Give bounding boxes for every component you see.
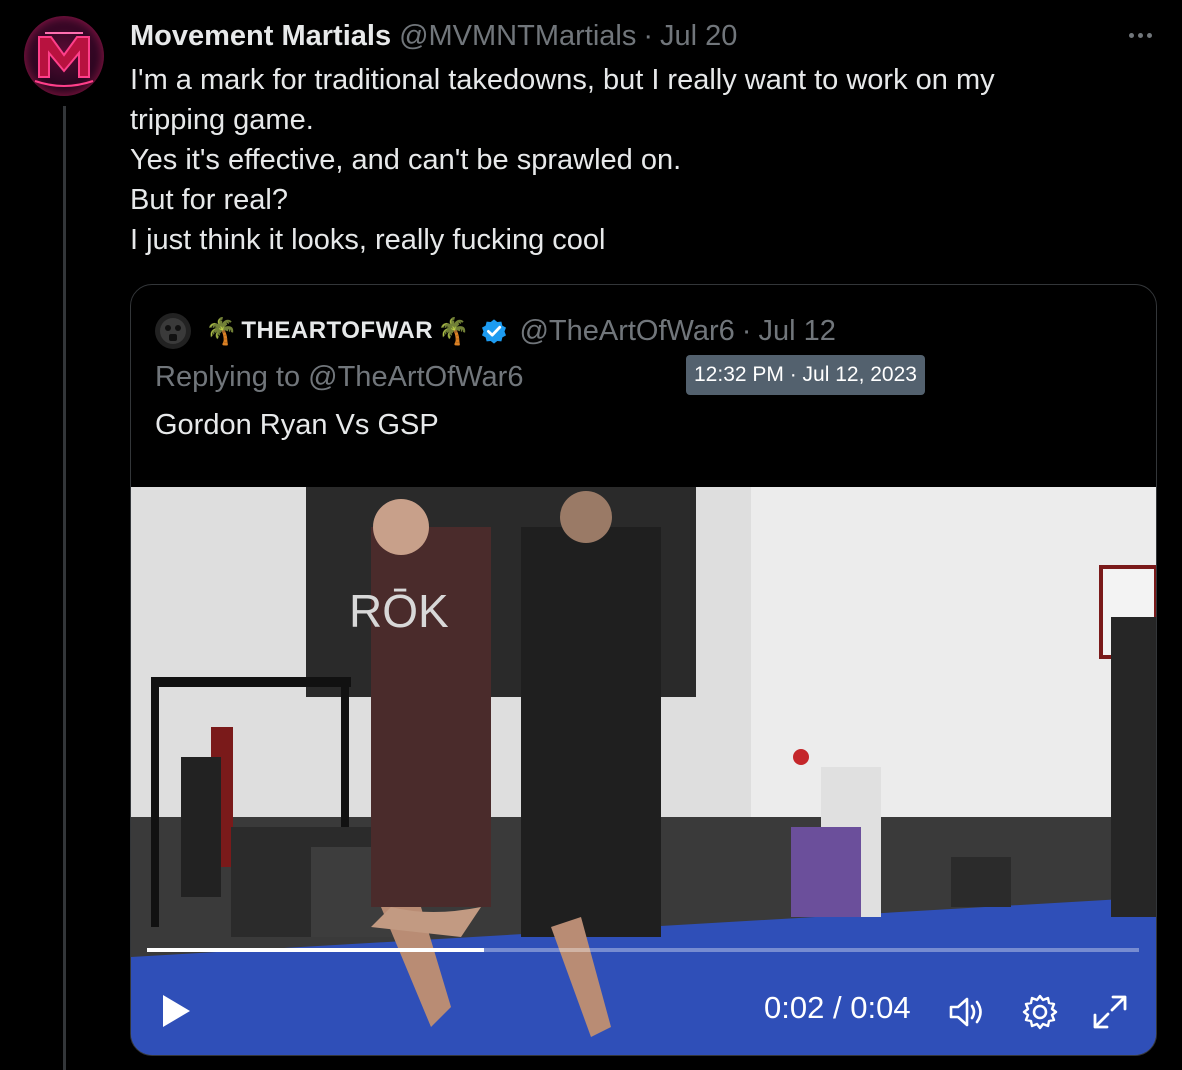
quote-text: Gordon Ryan Vs GSP: [155, 409, 439, 441]
replying-to-label: Replying to: [155, 361, 301, 393]
separator-dot: ·: [643, 19, 654, 52]
svg-text:RŌK: RŌK: [349, 585, 449, 637]
play-icon[interactable]: [159, 993, 193, 1029]
quote-avatar[interactable]: [155, 313, 191, 349]
gear-icon[interactable]: [1021, 993, 1059, 1031]
palm-tree-icon: 🌴: [205, 315, 238, 346]
video-progress-bar[interactable]: [147, 948, 1139, 952]
author-avatar[interactable]: [24, 16, 104, 96]
tweet-line: Yes it's effective, and can't be sprawle…: [130, 144, 682, 176]
video-time: 0:02 / 0:04: [764, 990, 911, 1026]
gas-mask-icon: [160, 318, 186, 344]
fullscreen-icon[interactable]: [1091, 993, 1129, 1031]
video-duration: 0:04: [850, 990, 911, 1025]
quoted-tweet[interactable]: 🌴 THEARTOFWAR 🌴 @TheArtOfWar6 · Jul 12 R…: [130, 284, 1157, 1056]
quote-author-handle[interactable]: @TheArtOfWar6: [519, 315, 734, 348]
tweet-line: I'm a mark for traditional takedowns, bu…: [130, 64, 995, 96]
quote-author-name[interactable]: THEARTOFWAR: [241, 317, 433, 345]
video-current-time: 0:02: [764, 990, 825, 1025]
quote-header: 🌴 THEARTOFWAR 🌴 @TheArtOfWar6 · Jul 12: [155, 311, 836, 351]
more-icon[interactable]: [1122, 20, 1158, 50]
thread-line: [63, 106, 66, 1070]
volume-icon[interactable]: [947, 992, 987, 1032]
author-name[interactable]: Movement Martials: [130, 20, 391, 53]
palm-tree-icon: 🌴: [437, 315, 470, 346]
tweet-line: I just think it looks, really fucking co…: [130, 224, 606, 256]
tweet-date[interactable]: Jul 20: [660, 20, 737, 53]
tweet-header: Movement Martials @MVMNTMartials · Jul 2…: [130, 16, 737, 56]
mm-logo-icon: [34, 32, 94, 87]
replying-to-handle[interactable]: @TheArtOfWar6: [308, 361, 523, 393]
tweet-text: I'm a mark for traditional takedowns, bu…: [130, 60, 1130, 260]
video-player[interactable]: RŌK 0:02 / 0:04: [131, 487, 1156, 1055]
quote-date[interactable]: Jul 12: [758, 315, 835, 348]
tweet-line: But for real?: [130, 184, 288, 216]
video-time-separator: /: [832, 990, 842, 1025]
separator-dot: ·: [741, 314, 752, 347]
video-progress-fill: [147, 948, 485, 952]
author-handle[interactable]: @MVMNTMartials: [399, 20, 636, 53]
timestamp-tooltip: 12:32 PM · Jul 12, 2023: [686, 355, 925, 395]
replying-to: Replying to @TheArtOfWar6: [155, 361, 523, 394]
tweet-line: tripping game.: [130, 104, 314, 136]
verified-badge-icon: [482, 319, 507, 344]
video-frame: RŌK: [131, 487, 1156, 1055]
